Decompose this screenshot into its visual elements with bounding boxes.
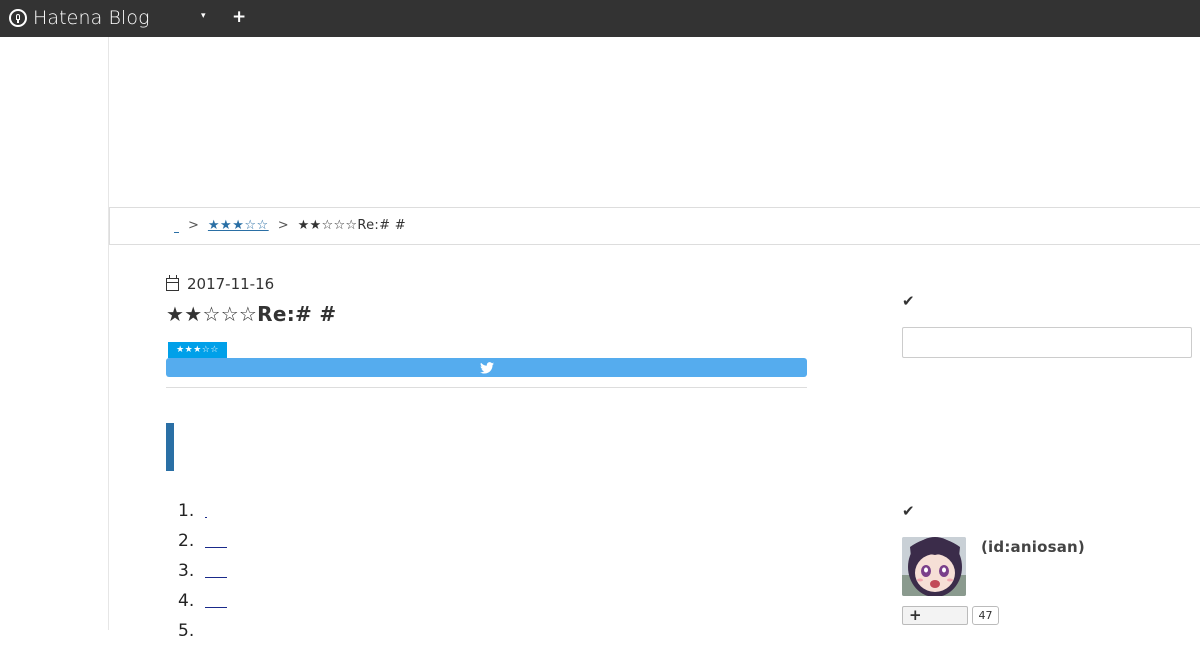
- breadcrumb-separator: >: [277, 218, 289, 233]
- toc-item: 4.: [178, 586, 227, 616]
- hatena-logo-icon: [9, 9, 27, 27]
- entry-date-text: 2017-11-16: [187, 275, 275, 293]
- menu-dropdown-icon[interactable]: ▾: [201, 11, 206, 21]
- section-heading-bar: [166, 423, 174, 471]
- table-of-contents: 1. 2. 3. 4. 5.: [178, 496, 227, 646]
- check-icon: ✔: [902, 292, 915, 310]
- breadcrumb-current: ★★☆☆☆Re:# #: [297, 218, 406, 233]
- check-icon: ✔: [902, 502, 915, 520]
- breadcrumb: > ★★★☆☆ > ★★☆☆☆Re:# #: [109, 207, 1200, 245]
- toc-number: 4.: [178, 591, 195, 611]
- entry-date[interactable]: 2017-11-16: [166, 274, 275, 293]
- hatena-blog-logo[interactable]: Hatena Blog: [9, 7, 150, 29]
- toc-number: 1.: [178, 501, 195, 521]
- toc-link[interactable]: [205, 505, 207, 518]
- tweet-button[interactable]: [166, 358, 807, 377]
- avatar[interactable]: [902, 537, 966, 596]
- calendar-icon: [166, 274, 179, 291]
- brand-name: Hatena Blog: [33, 7, 150, 29]
- avatar-image: [902, 537, 966, 596]
- plus-icon[interactable]: +: [232, 7, 246, 27]
- toc-link[interactable]: [205, 595, 227, 608]
- toc-number: 3.: [178, 561, 195, 581]
- toc-link[interactable]: [205, 565, 227, 578]
- breadcrumb-separator: >: [188, 218, 199, 233]
- header-blank-area: [109, 37, 1200, 207]
- profile-id[interactable]: (id:aniosan): [981, 538, 1085, 556]
- breadcrumb-category-link[interactable]: ★★★☆☆: [208, 218, 269, 233]
- entry-title[interactable]: ★★☆☆☆Re:# #: [166, 302, 336, 326]
- toc-link[interactable]: [205, 535, 227, 548]
- toc-item: 1.: [178, 496, 227, 526]
- toc-item: 5.: [178, 616, 227, 646]
- breadcrumb-home-link[interactable]: [174, 219, 179, 233]
- toc-item: 2.: [178, 526, 227, 556]
- plus-icon: +: [909, 606, 922, 624]
- toc-number: 2.: [178, 531, 195, 551]
- twitter-icon: [479, 361, 494, 374]
- toc-number: 5.: [178, 621, 195, 641]
- sidebar-search-input[interactable]: [902, 327, 1192, 358]
- entry-category-tag[interactable]: ★★★☆☆: [168, 342, 227, 358]
- follow-button[interactable]: +: [902, 606, 968, 625]
- entry-divider: [166, 387, 807, 388]
- top-bar: Hatena Blog ▾ +: [0, 0, 1200, 37]
- follower-count: 47: [972, 606, 999, 625]
- toc-item: 3.: [178, 556, 227, 586]
